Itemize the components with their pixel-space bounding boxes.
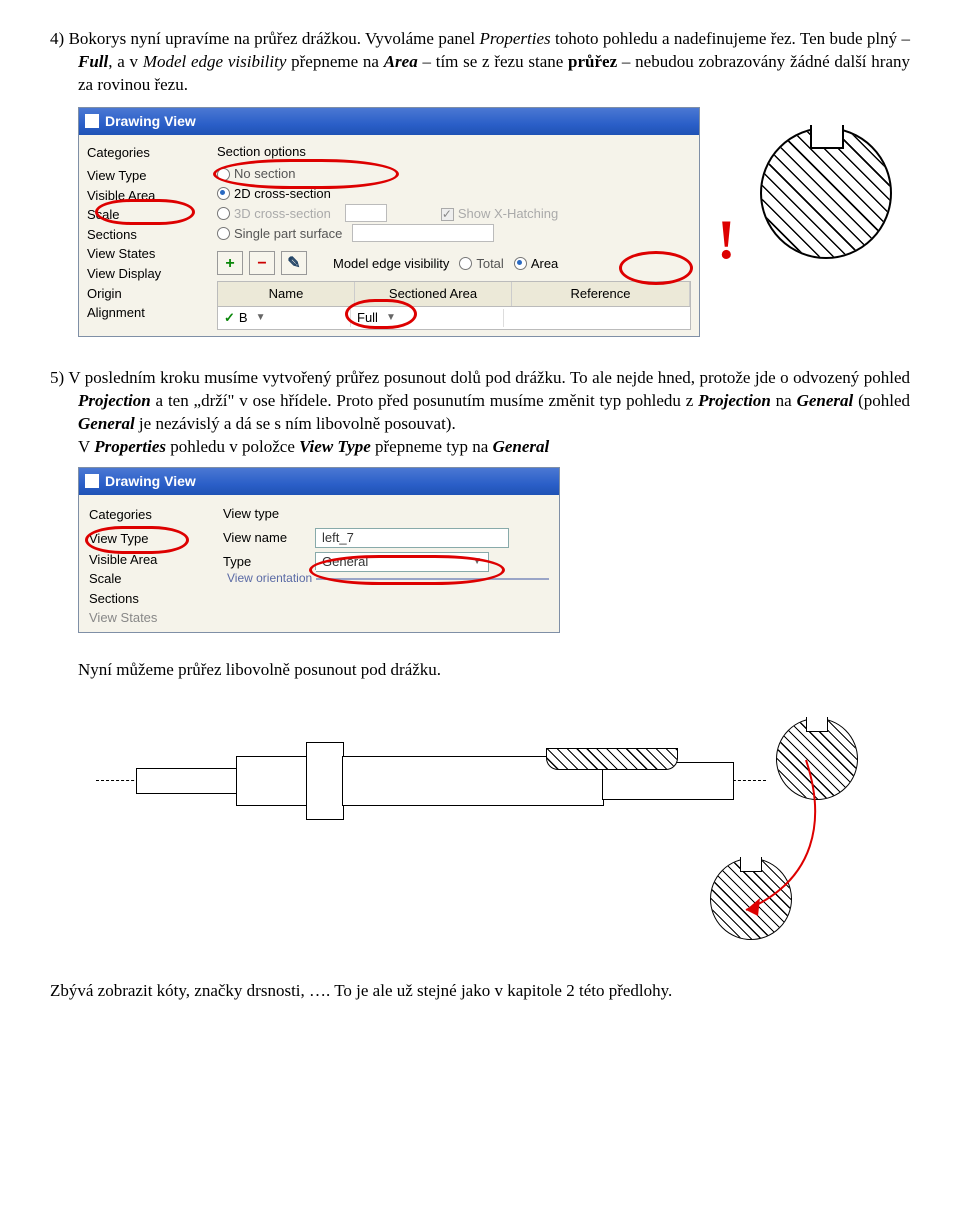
th-sectioned-area: Sectioned Area (355, 282, 512, 306)
checkbox-show-x-hatching[interactable] (441, 208, 454, 221)
radio-3d-cross-section[interactable]: 3D cross-section Show X-Hatching (217, 203, 691, 223)
paragraph-mid: Nyní můžeme průřez libovolně posunout po… (50, 659, 910, 682)
section-options-label: Section options (217, 143, 691, 161)
highlight-ring (85, 526, 189, 554)
view-name-label: View name (223, 529, 303, 547)
highlight-ring (309, 555, 505, 585)
cell-sectioned-area: Full (357, 309, 378, 327)
view-name-input[interactable]: left_7 (315, 528, 509, 548)
panel-titlebar: Drawing View (79, 468, 559, 495)
radio-total[interactable]: Total (459, 254, 503, 274)
panel-titlebar: Drawing View (79, 108, 699, 135)
model-edge-visibility-group: Model edge visibility Total Area (333, 254, 558, 274)
cat-visible-area[interactable]: Visible Area (87, 186, 197, 206)
type-label: Type (223, 553, 303, 571)
radio-single-part-surface[interactable]: Single part surface (217, 223, 691, 243)
shaft-segment (236, 756, 308, 806)
panel-title: Drawing View (105, 112, 196, 131)
cat-sections[interactable]: Sections (87, 225, 197, 245)
view-type-heading: View type (223, 505, 549, 523)
shaft-segment (136, 768, 238, 794)
cat-view-display[interactable]: View Display (87, 264, 197, 284)
move-arrow (626, 760, 866, 950)
panel-title: Drawing View (105, 472, 196, 491)
categories-label: Categories (89, 505, 199, 525)
paragraph-4: 4) Bokorys nyní upravíme na průřez drážk… (50, 28, 910, 97)
th-name: Name (218, 282, 355, 306)
section-options-area: Section options No section 2D cross-sect… (217, 143, 691, 330)
categories-label: Categories (87, 143, 197, 163)
window-icon (85, 114, 99, 128)
cat-scale[interactable]: Scale (89, 569, 199, 589)
cat-view-states[interactable]: View States (89, 608, 199, 628)
shaft-drawing (96, 690, 910, 950)
section-table-header: Name Sectioned Area Reference (217, 281, 691, 307)
list-number: 4) (50, 29, 64, 48)
cat-alignment[interactable]: Alignment (87, 303, 197, 323)
cat-view-states[interactable]: View States (87, 244, 197, 264)
cat-scale[interactable]: Scale (87, 205, 197, 225)
list-number: 5) (50, 368, 64, 387)
radio-no-section[interactable]: No section (217, 164, 691, 184)
check-icon: ✓ (224, 309, 235, 327)
remove-button[interactable]: − (249, 251, 275, 275)
view-type-fields: View type View name left_7 Type General▼… (223, 505, 549, 628)
table-row[interactable]: ✓B ▼ Full ▼ (217, 307, 691, 330)
chevron-down-icon[interactable]: ▼ (256, 311, 266, 325)
section-diagram-large (760, 127, 890, 257)
th-reference: Reference (512, 282, 690, 306)
categories-list: Categories View Type Visible Area Scale … (89, 505, 199, 628)
paragraph-5: 5) V posledním kroku musíme vytvořený pr… (50, 367, 910, 459)
add-button[interactable]: + (217, 251, 243, 275)
edit-button[interactable]: ✎ (281, 251, 307, 275)
cat-origin[interactable]: Origin (87, 284, 197, 304)
view-orientation-label: View orientation (223, 570, 316, 586)
drawing-view-panel: Drawing View Categories View Type Visibl… (78, 107, 700, 337)
shaft-flange (306, 742, 344, 820)
cell-name: B (239, 309, 248, 327)
categories-list: Categories View Type Visible Area Scale … (87, 143, 197, 330)
radio-2d-cross-section[interactable]: 2D cross-section (217, 184, 691, 204)
chevron-down-icon[interactable]: ▼ (386, 311, 396, 325)
radio-area[interactable]: Area (514, 254, 558, 274)
cat-view-type[interactable]: View Type (87, 166, 197, 186)
paragraph-final: Zbývá zobrazit kóty, značky drsnosti, ….… (50, 980, 910, 1003)
window-icon (85, 474, 99, 488)
cat-sections[interactable]: Sections (89, 589, 199, 609)
exclamation-icon: ! (717, 203, 736, 279)
drawing-view-panel-2: Drawing View Categories View Type Visibl… (78, 467, 560, 633)
